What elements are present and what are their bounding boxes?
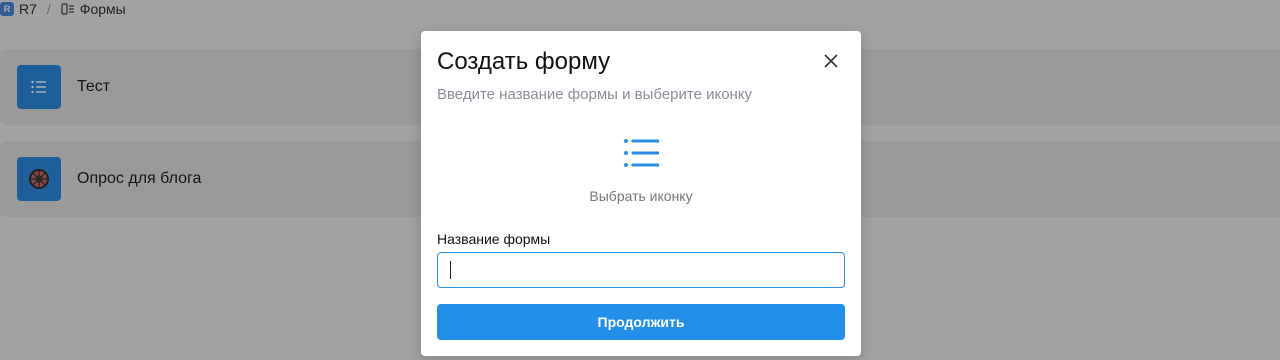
- create-form-dialog: Создать форму Введите название формы и в…: [421, 31, 861, 356]
- text-caret: [450, 261, 451, 279]
- dialog-subtitle: Введите название формы и выберите иконку: [437, 86, 753, 103]
- choose-icon-label: Выбрать иконку: [589, 188, 693, 204]
- list-icon: [624, 139, 659, 167]
- continue-button[interactable]: Продолжить: [437, 304, 845, 340]
- icon-picker[interactable]: Выбрать иконку: [421, 137, 861, 204]
- form-name-label: Название формы: [437, 231, 551, 247]
- close-icon: [824, 54, 838, 68]
- form-name-input[interactable]: [437, 252, 845, 288]
- close-button[interactable]: [821, 51, 841, 71]
- dialog-title: Создать форму: [437, 48, 611, 75]
